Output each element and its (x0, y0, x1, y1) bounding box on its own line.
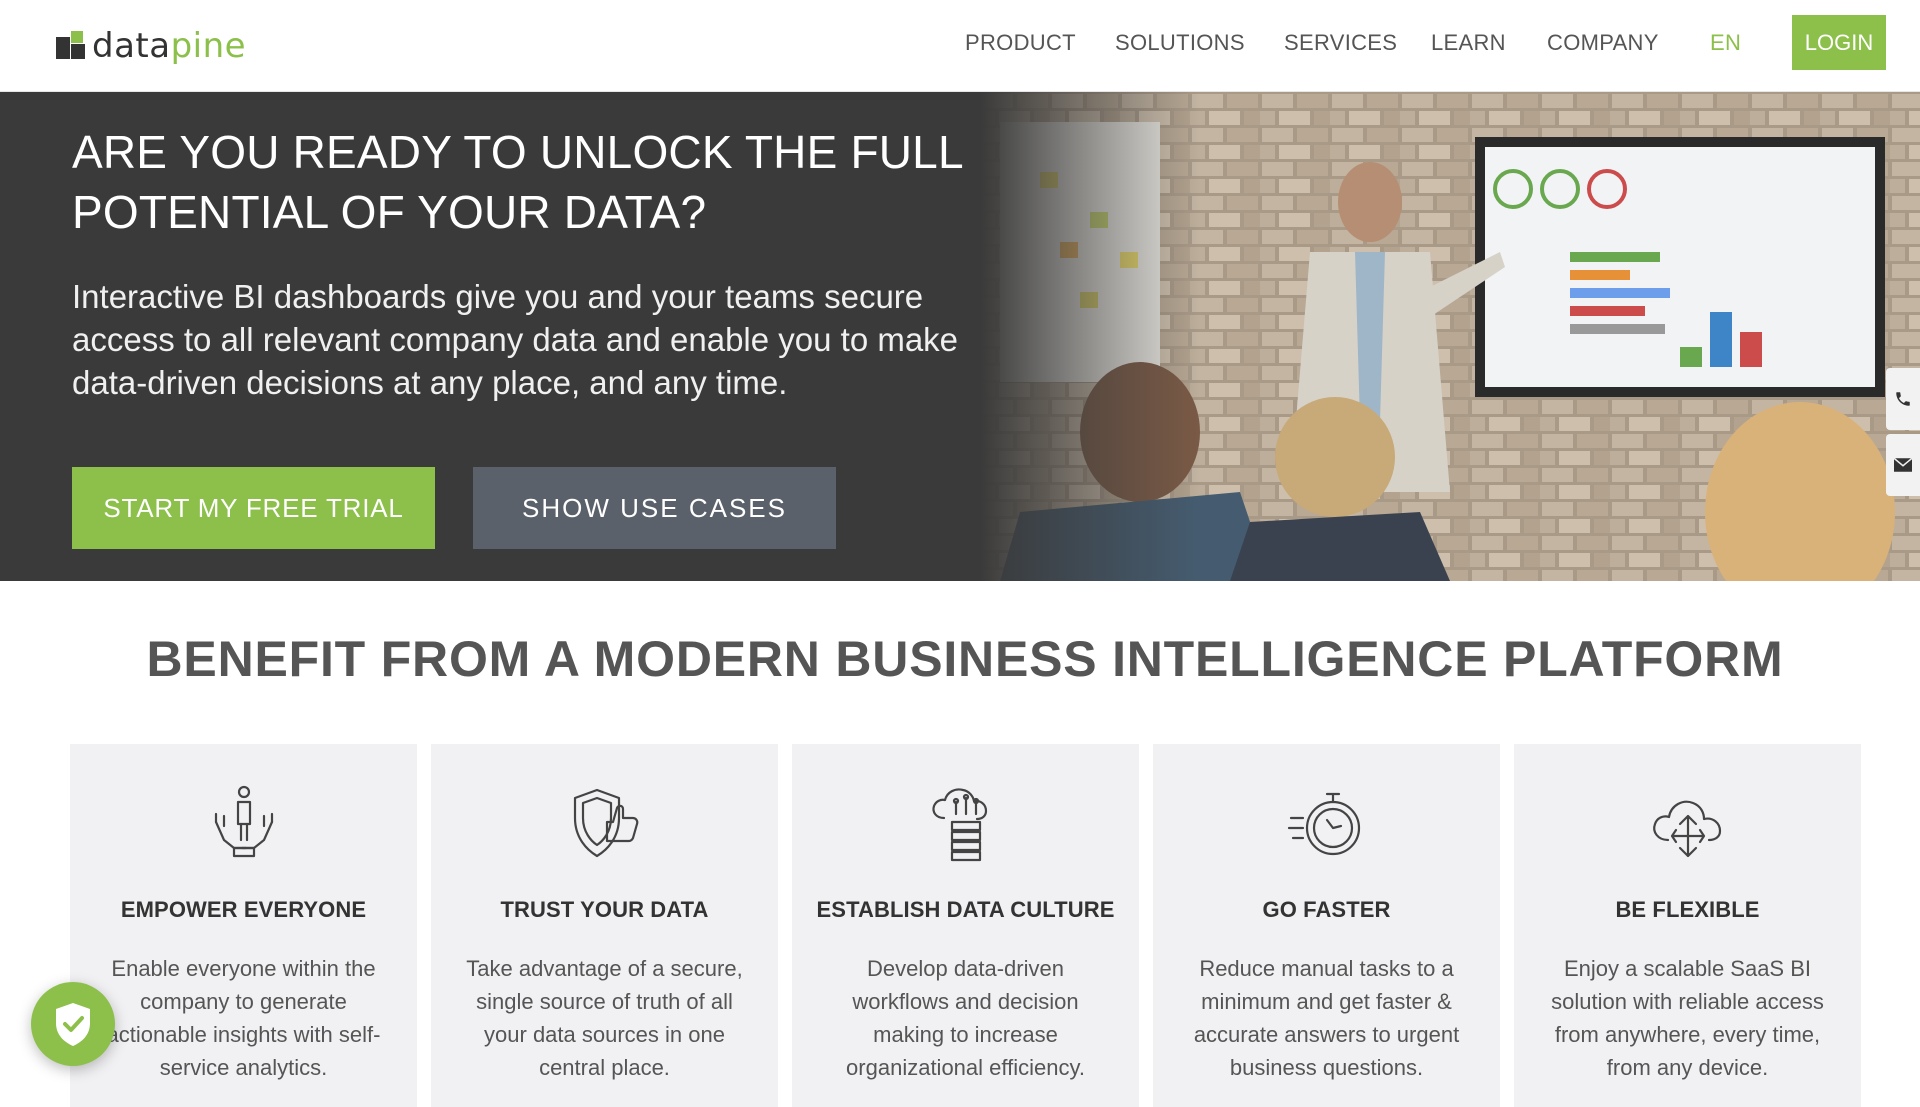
benefit-card-faster: GO FASTER Reduce manual tasks to a minim… (1153, 744, 1500, 1107)
phone-icon[interactable] (1886, 368, 1920, 430)
datapine-logo[interactable]: datapine (56, 26, 247, 66)
stopwatch-icon (1287, 792, 1360, 856)
card-text: Enable everyone within the company to ge… (106, 956, 381, 1080)
card-title: ESTABLISH DATA CULTURE (816, 897, 1115, 922)
card-text: Enjoy a scalable SaaS BI solution with r… (1551, 956, 1824, 1080)
shield-thumbs-up-icon (573, 788, 638, 858)
hero-section: ARE YOU READY TO UNLOCK THE FULL POTENTI… (0, 92, 1920, 581)
cloud-arrows-icon (1652, 800, 1721, 858)
nav-learn[interactable]: LEARN (1431, 30, 1506, 56)
benefit-cards: EMPOWER EVERYONE Enable everyone within … (70, 744, 1861, 1107)
logo-text: datapine (92, 26, 247, 66)
benefit-card-flexible: BE FLEXIBLE Enjoy a scalable SaaS BI sol… (1514, 744, 1861, 1107)
contact-side-tabs (1886, 368, 1920, 500)
logo-mark-icon (56, 31, 86, 61)
benefits-heading: BENEFIT FROM A MODERN BUSINESS INTELLIGE… (146, 631, 1784, 687)
benefit-card-empower: EMPOWER EVERYONE Enable everyone within … (70, 744, 417, 1107)
nav-product[interactable]: PRODUCT (965, 30, 1076, 56)
hero-subtitle: Interactive BI dashboards give you and y… (72, 278, 959, 401)
benefit-card-culture: ESTABLISH DATA CULTURE Develop data-driv… (792, 744, 1139, 1107)
nav-services[interactable]: SERVICES (1284, 30, 1397, 56)
card-text: Reduce manual tasks to a minimum and get… (1193, 956, 1460, 1080)
nav-company[interactable]: COMPANY (1547, 30, 1659, 56)
card-text: Develop data-driven workflows and decisi… (846, 956, 1085, 1080)
shield-check-icon (56, 1003, 90, 1046)
card-text: Take advantage of a secure, single sourc… (466, 956, 743, 1080)
security-shield-badge[interactable] (31, 982, 115, 1066)
card-title: BE FLEXIBLE (1615, 897, 1760, 922)
hands-person-icon (214, 785, 273, 858)
card-title: GO FASTER (1262, 897, 1391, 922)
email-icon[interactable] (1886, 434, 1920, 496)
hero-title: ARE YOU READY TO UNLOCK THE FULL POTENTI… (72, 126, 963, 238)
card-title: EMPOWER EVERYONE (120, 897, 367, 922)
site-header: datapine PRODUCT SOLUTIONS SERVICES LEAR… (0, 0, 1920, 92)
cloud-database-icon (931, 788, 987, 862)
nav-solutions[interactable]: SOLUTIONS (1115, 30, 1245, 56)
start-free-trial-button[interactable]: START MY FREE TRIAL (72, 467, 435, 549)
card-title: TRUST YOUR DATA (500, 897, 709, 922)
benefit-card-trust: TRUST YOUR DATA Take advantage of a secu… (431, 744, 778, 1107)
login-button[interactable]: LOGIN (1792, 15, 1886, 70)
language-selector[interactable]: EN (1710, 30, 1741, 56)
show-use-cases-button[interactable]: SHOW USE CASES (473, 467, 836, 549)
